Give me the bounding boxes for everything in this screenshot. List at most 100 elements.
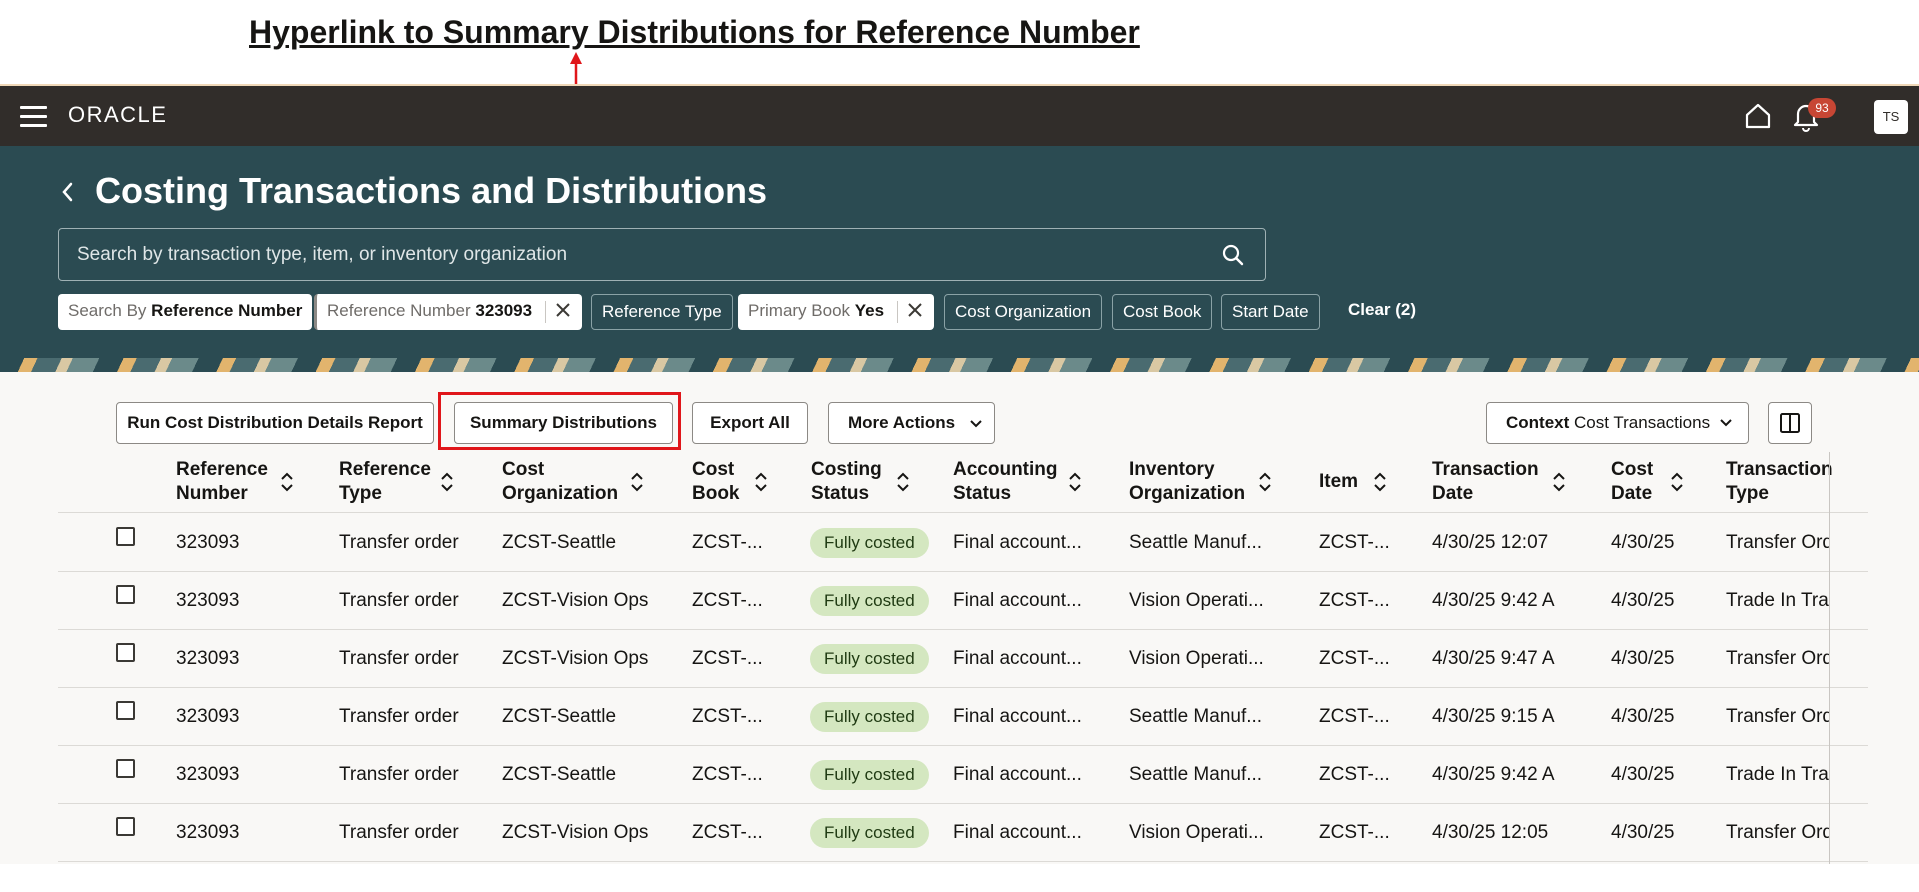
table-cell: Final account...	[953, 822, 1082, 843]
chip-start-date[interactable]: Start Date	[1221, 294, 1320, 330]
table-cell: Transfer order	[339, 532, 459, 553]
context-value: Cost Transactions	[1574, 413, 1711, 432]
table-cell: Seattle Manuf...	[1129, 532, 1263, 553]
column-header[interactable]: Cost Date	[1611, 458, 1653, 506]
table-row[interactable]: 323093 Transfer order ZCST-Vision Ops ZCST-…	[58, 630, 1868, 688]
column-layout-toggle[interactable]	[1768, 402, 1812, 444]
app-header: ORACLE 93 TS	[0, 84, 1919, 146]
column-header-line: Date	[1432, 483, 1474, 504]
table-cell: Final account...	[953, 648, 1082, 669]
status-badge: Fully costed	[810, 702, 929, 732]
split-panel-icon	[1780, 413, 1800, 433]
table-cell: 323093	[176, 764, 240, 785]
table-cell: 323093	[176, 706, 240, 727]
search-input[interactable]	[77, 229, 1177, 280]
table-cell: Seattle Manuf...	[1129, 706, 1263, 727]
column-header[interactable]: Item	[1319, 470, 1358, 494]
row-checkbox[interactable]	[116, 701, 135, 720]
table-row[interactable]: 323093 Transfer order ZCST-Seattle ZCST-...…	[58, 746, 1868, 804]
hamburger-menu-icon[interactable]	[20, 106, 47, 128]
table-cell: Transfer order	[339, 590, 459, 611]
table-row[interactable]: 323093 Transfer order ZCST-Seattle ZCST-...…	[58, 514, 1868, 572]
chevron-down-icon	[1720, 419, 1732, 427]
remove-filter-icon[interactable]	[896, 300, 924, 323]
column-header[interactable]: Cost Book	[692, 458, 740, 506]
table-row[interactable]: 323093 Transfer order ZCST-Vision Ops ZCST-…	[58, 804, 1868, 862]
chip-cost-book[interactable]: Cost Book	[1112, 294, 1213, 330]
column-header-line: Type	[1726, 483, 1769, 504]
remove-filter-icon[interactable]	[544, 300, 572, 323]
table-cell: 4/30/25	[1611, 648, 1675, 669]
column-header[interactable]: Transaction Date	[1432, 458, 1539, 506]
table-row[interactable]: 323093 Transfer order ZCST-Seattle ZCST-...…	[58, 688, 1868, 746]
table-cell: ZCST-...	[692, 706, 763, 727]
chip-value: Reference Number	[151, 301, 303, 320]
row-checkbox[interactable]	[116, 527, 135, 546]
table-row[interactable]: 323093 Transfer order ZCST-Vision Ops ZCST-…	[58, 572, 1868, 630]
table-cell: ZCST-Vision Ops	[502, 648, 649, 669]
sort-icon[interactable]	[1258, 471, 1272, 493]
table-header: Reference Number Reference Type Cost Organiza…	[58, 452, 1868, 513]
table-cell: Transfer order	[339, 822, 459, 843]
table-cell: Final account...	[953, 764, 1082, 785]
oracle-logo[interactable]: ORACLE	[68, 102, 167, 128]
sort-icon[interactable]	[630, 471, 644, 493]
column-header[interactable]: Reference Number	[176, 458, 268, 506]
sort-icon[interactable]	[280, 471, 294, 493]
table-cell: ZCST-...	[692, 590, 763, 611]
summary-distributions-button[interactable]: Summary Distributions	[454, 402, 673, 444]
chip-primary-book[interactable]: Primary Book Yes	[738, 294, 934, 330]
chip-reference-number[interactable]: Reference Number 323093	[314, 294, 582, 330]
chip-cost-organization[interactable]: Cost Organization	[944, 294, 1103, 330]
sort-icon[interactable]	[1373, 471, 1387, 493]
sort-icon[interactable]	[1068, 471, 1082, 493]
column-header[interactable]: Transaction Type	[1726, 458, 1833, 506]
column-header[interactable]: Inventory Organization	[1129, 458, 1245, 506]
user-avatar[interactable]: TS	[1874, 100, 1908, 134]
sort-icon[interactable]	[1552, 471, 1566, 493]
column-header-line: Type	[339, 483, 382, 504]
scroll-divider	[1829, 452, 1830, 864]
row-checkbox[interactable]	[116, 817, 135, 836]
row-checkbox[interactable]	[116, 759, 135, 778]
column-header[interactable]: Cost Organization	[502, 458, 618, 506]
column-header-line: Reference	[176, 459, 268, 480]
status-badge: Fully costed	[810, 528, 929, 558]
page-title: Costing Transactions and Distributions	[95, 170, 768, 211]
table-cell: 4/30/25 9:15 A	[1432, 706, 1555, 727]
search-icon[interactable]	[1221, 243, 1245, 267]
column-header[interactable]: Accounting Status	[953, 458, 1058, 506]
export-all-button[interactable]: Export All	[692, 402, 808, 444]
column-header[interactable]: Reference Type	[339, 458, 431, 506]
clear-filters-link[interactable]: Clear (2)	[1348, 300, 1416, 320]
table-cell: ZCST-...	[1319, 822, 1390, 843]
chip-reference-type[interactable]: Reference Type	[591, 294, 733, 330]
column-header-line: Reference	[339, 459, 431, 480]
home-icon[interactable]	[1744, 102, 1772, 130]
context-select[interactable]: Context Cost Transactions	[1486, 402, 1749, 444]
sort-icon[interactable]	[754, 471, 768, 493]
chip-search-by[interactable]: Search By Reference Number	[58, 294, 313, 330]
row-checkbox[interactable]	[116, 643, 135, 662]
annotation-title: Hyperlink to Summary Distributions for R…	[249, 14, 1140, 50]
sort-icon[interactable]	[896, 471, 910, 493]
table-cell: Transfer Ord	[1726, 532, 1829, 553]
table-cell: ZCST-Seattle	[502, 532, 617, 553]
column-header[interactable]: Costing Status	[811, 458, 882, 506]
more-actions-button[interactable]: More Actions	[828, 402, 995, 444]
table-cell: ZCST-...	[692, 764, 763, 785]
table-cell: Final account...	[953, 590, 1082, 611]
column-header-line: Costing	[811, 459, 882, 480]
table-cell: ZCST-...	[692, 532, 763, 553]
table-cell: Vision Operati...	[1129, 822, 1264, 843]
table-cell: 4/30/25 9:42 A	[1432, 764, 1555, 785]
sort-icon[interactable]	[440, 471, 454, 493]
table-cell: 4/30/25	[1611, 822, 1675, 843]
status-badge: Fully costed	[810, 586, 929, 616]
run-report-button[interactable]: Run Cost Distribution Details Report	[116, 402, 434, 444]
row-checkbox[interactable]	[116, 585, 135, 604]
sort-icon[interactable]	[1670, 471, 1684, 493]
chip-label: Primary Book	[748, 301, 851, 320]
back-icon[interactable]	[56, 178, 80, 206]
table-cell: ZCST-...	[1319, 590, 1390, 611]
